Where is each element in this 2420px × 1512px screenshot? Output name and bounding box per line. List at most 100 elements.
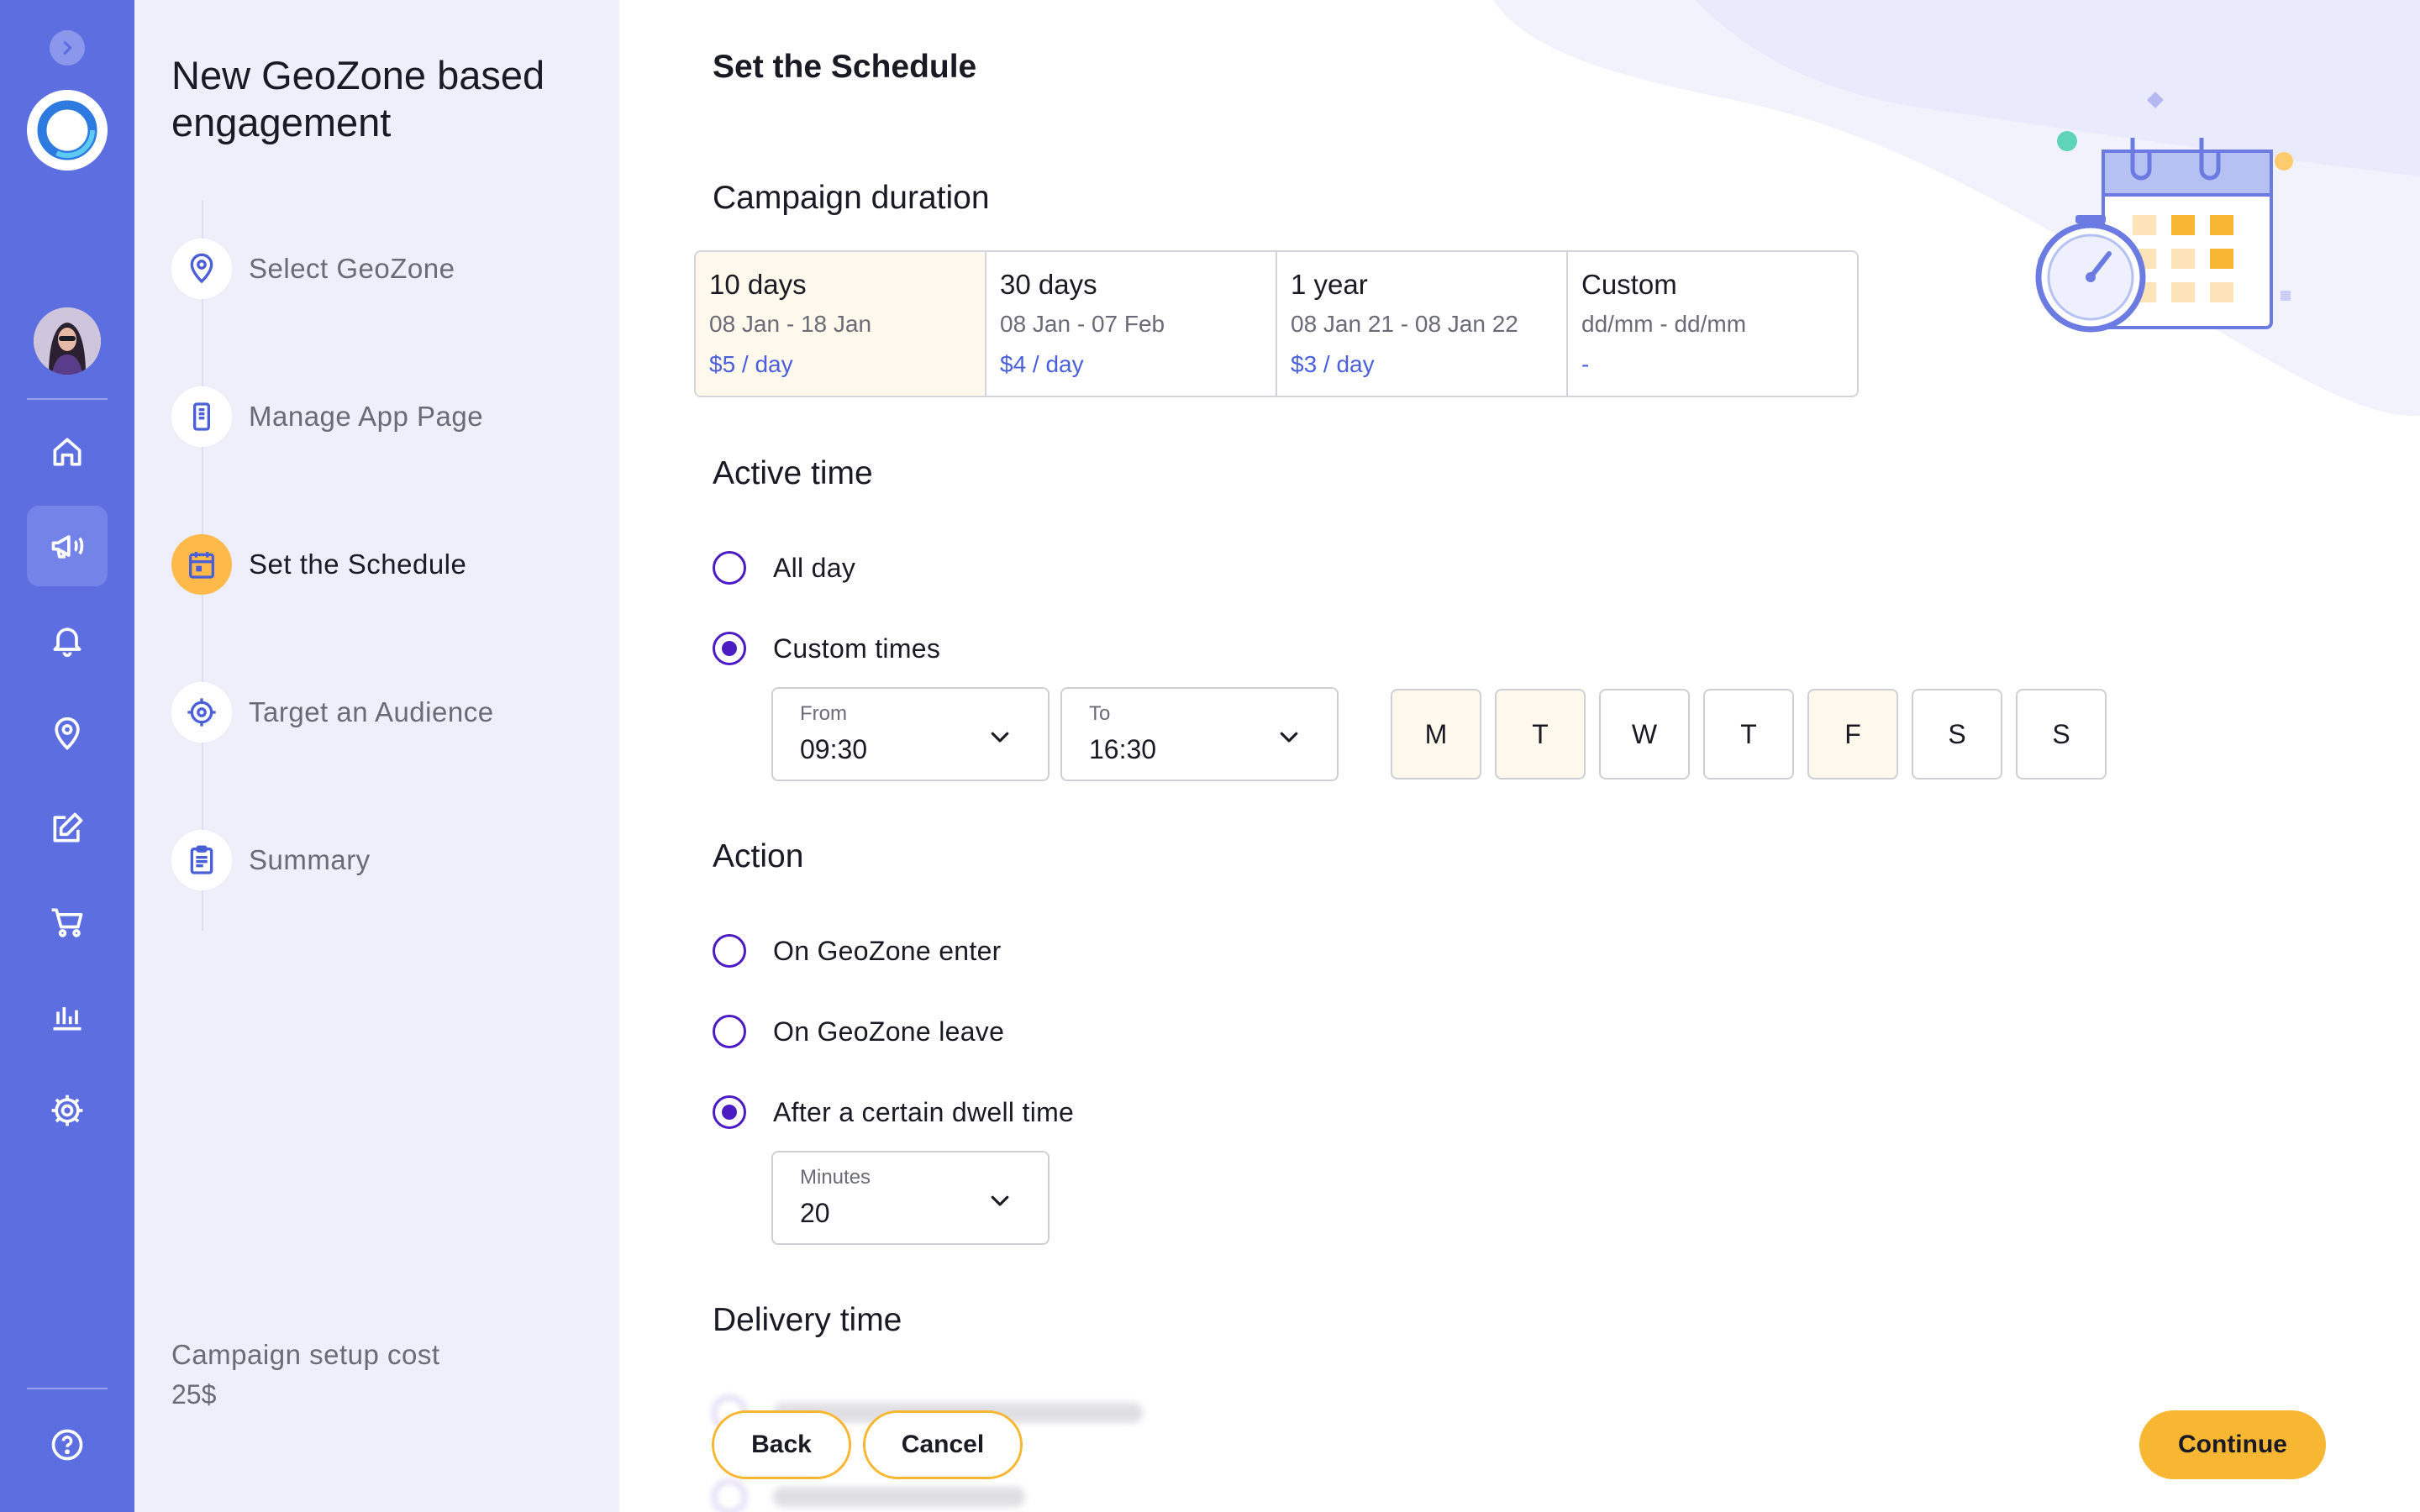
chevron-right-icon: [63, 40, 72, 55]
wizard-title: New GeoZone based engagement: [171, 53, 545, 144]
radio-circle[interactable]: [713, 551, 746, 585]
avatar-image: [34, 307, 101, 375]
gear-icon: [51, 1095, 83, 1126]
dwell-minutes-select[interactable]: Minutes 20: [771, 1151, 1050, 1245]
day-toggle-tuesday[interactable]: T: [1495, 689, 1586, 780]
duration-price: $4 / day: [1000, 351, 1084, 377]
nav-analytics[interactable]: [27, 976, 108, 1057]
location-pin-icon: [190, 253, 213, 284]
step-icon: [171, 239, 232, 299]
wizard-steps-panel: New GeoZone based engagement Select GeoZ…: [134, 0, 619, 1512]
action-title: Action: [713, 838, 804, 874]
calendar-illustration: [2035, 92, 2293, 333]
day-toggle-thursday[interactable]: T: [1703, 689, 1794, 780]
step-icon: [171, 830, 232, 890]
rail-divider: [27, 1388, 108, 1389]
select-value: 16:30: [1089, 734, 1157, 764]
duration-range: 08 Jan - 07 Feb: [1000, 311, 1165, 337]
page-title: Set the Schedule: [713, 49, 977, 85]
duration-name: 1 year: [1291, 269, 1368, 300]
nav-home[interactable]: [27, 412, 108, 492]
campaign-duration-selector: 10 days 08 Jan - 18 Jan $5 / day 30 days…: [694, 250, 1859, 397]
nav-help[interactable]: [27, 1404, 108, 1485]
step-manage-app-page[interactable]: Manage App Page: [171, 386, 483, 447]
step-label: Manage App Page: [249, 401, 484, 432]
nav-editor[interactable]: [27, 788, 108, 869]
duration-name: 30 days: [1000, 269, 1097, 300]
radio-circle[interactable]: [713, 632, 746, 665]
chevron-down-icon: [991, 732, 1009, 743]
expand-rail-button[interactable]: [50, 30, 85, 66]
step-target-audience[interactable]: Target an Audience: [171, 682, 494, 743]
radio-circle[interactable]: [713, 1015, 746, 1048]
duration-name: Custom: [1581, 269, 1677, 300]
step-icon: [171, 386, 232, 447]
nav-campaigns[interactable]: [27, 506, 108, 586]
schedule-form: Set the Schedule Campaign duration 10 da…: [619, 0, 2420, 1512]
duration-price: $3 / day: [1291, 351, 1375, 377]
logo-ring-icon: [37, 100, 97, 160]
delivery-time-title: Delivery time: [713, 1302, 902, 1338]
delivery-option-obscured: [713, 1480, 1025, 1512]
rail-divider: [27, 398, 108, 400]
duration-range: 08 Jan - 18 Jan: [709, 311, 872, 337]
select-label: To: [1089, 702, 1111, 725]
duration-option-1-year[interactable]: 1 year 08 Jan 21 - 08 Jan 22 $3 / day: [1277, 252, 1568, 396]
step-select-geozone[interactable]: Select GeoZone: [171, 239, 455, 299]
cart-icon: [51, 908, 83, 937]
step-set-schedule[interactable]: Set the Schedule: [171, 534, 466, 595]
radio-circle[interactable]: [713, 934, 746, 968]
radio-on-geozone-leave[interactable]: On GeoZone leave: [713, 1013, 1004, 1050]
step-label: Select GeoZone: [249, 253, 455, 284]
avatar[interactable]: [34, 307, 101, 375]
step-label: Summary: [249, 844, 371, 875]
radio-all-day[interactable]: All day: [713, 549, 855, 586]
home-icon: [53, 438, 82, 466]
app-logo[interactable]: [27, 90, 108, 171]
nav-notifications[interactable]: [27, 600, 108, 680]
day-toggle-monday[interactable]: M: [1391, 689, 1481, 780]
day-toggle-wednesday[interactable]: W: [1599, 689, 1690, 780]
radio-after-dwell-time[interactable]: After a certain dwell time: [713, 1094, 1074, 1131]
nav-geozones[interactable]: [27, 694, 108, 774]
duration-option-10-days[interactable]: 10 days 08 Jan - 18 Jan $5 / day: [696, 252, 986, 396]
step-summary[interactable]: Summary: [171, 830, 371, 890]
select-label: Minutes: [800, 1166, 871, 1189]
select-value: 09:30: [800, 734, 868, 764]
duration-price: -: [1581, 351, 1590, 377]
edit-icon: [53, 812, 83, 843]
campaign-cost-value: 25$: [171, 1379, 217, 1410]
duration-option-custom[interactable]: Custom dd/mm - dd/mm -: [1568, 252, 1857, 396]
radio-custom-times[interactable]: Custom times: [713, 630, 940, 667]
radio-label: All day: [773, 552, 856, 583]
step-label: Target an Audience: [249, 696, 494, 727]
radio-label: On GeoZone leave: [773, 1016, 1005, 1047]
duration-price: $5 / day: [709, 351, 793, 377]
location-pin-icon: [55, 717, 80, 751]
back-button[interactable]: Back: [712, 1410, 851, 1479]
step-label: Set the Schedule: [249, 549, 467, 580]
day-toggle-sunday[interactable]: S: [2016, 689, 2107, 780]
clipboard-icon: [190, 845, 213, 874]
nav-settings[interactable]: [27, 1070, 108, 1151]
obscured-label: [773, 1487, 1025, 1507]
chart-icon: [53, 1007, 82, 1031]
step-icon: [171, 534, 232, 595]
megaphone-icon: [51, 535, 84, 559]
phone-page-icon: [193, 402, 210, 431]
nav-shop[interactable]: [27, 882, 108, 963]
select-label: From: [800, 702, 847, 725]
continue-button[interactable]: Continue: [2139, 1410, 2326, 1479]
chevron-down-icon: [1280, 732, 1298, 743]
select-value: 20: [800, 1198, 830, 1228]
day-toggle-friday[interactable]: F: [1807, 689, 1898, 780]
to-time-select[interactable]: To 16:30: [1060, 687, 1339, 781]
radio-label: On GeoZone enter: [773, 935, 1002, 966]
cancel-button[interactable]: Cancel: [863, 1410, 1023, 1479]
day-toggle-saturday[interactable]: S: [1912, 689, 2002, 780]
radio-circle[interactable]: [713, 1095, 746, 1129]
from-time-select[interactable]: From 09:30: [771, 687, 1050, 781]
radio-on-geozone-enter[interactable]: On GeoZone enter: [713, 932, 1002, 969]
duration-option-30-days[interactable]: 30 days 08 Jan - 07 Feb $4 / day: [986, 252, 1277, 396]
chevron-down-icon: [991, 1195, 1009, 1206]
